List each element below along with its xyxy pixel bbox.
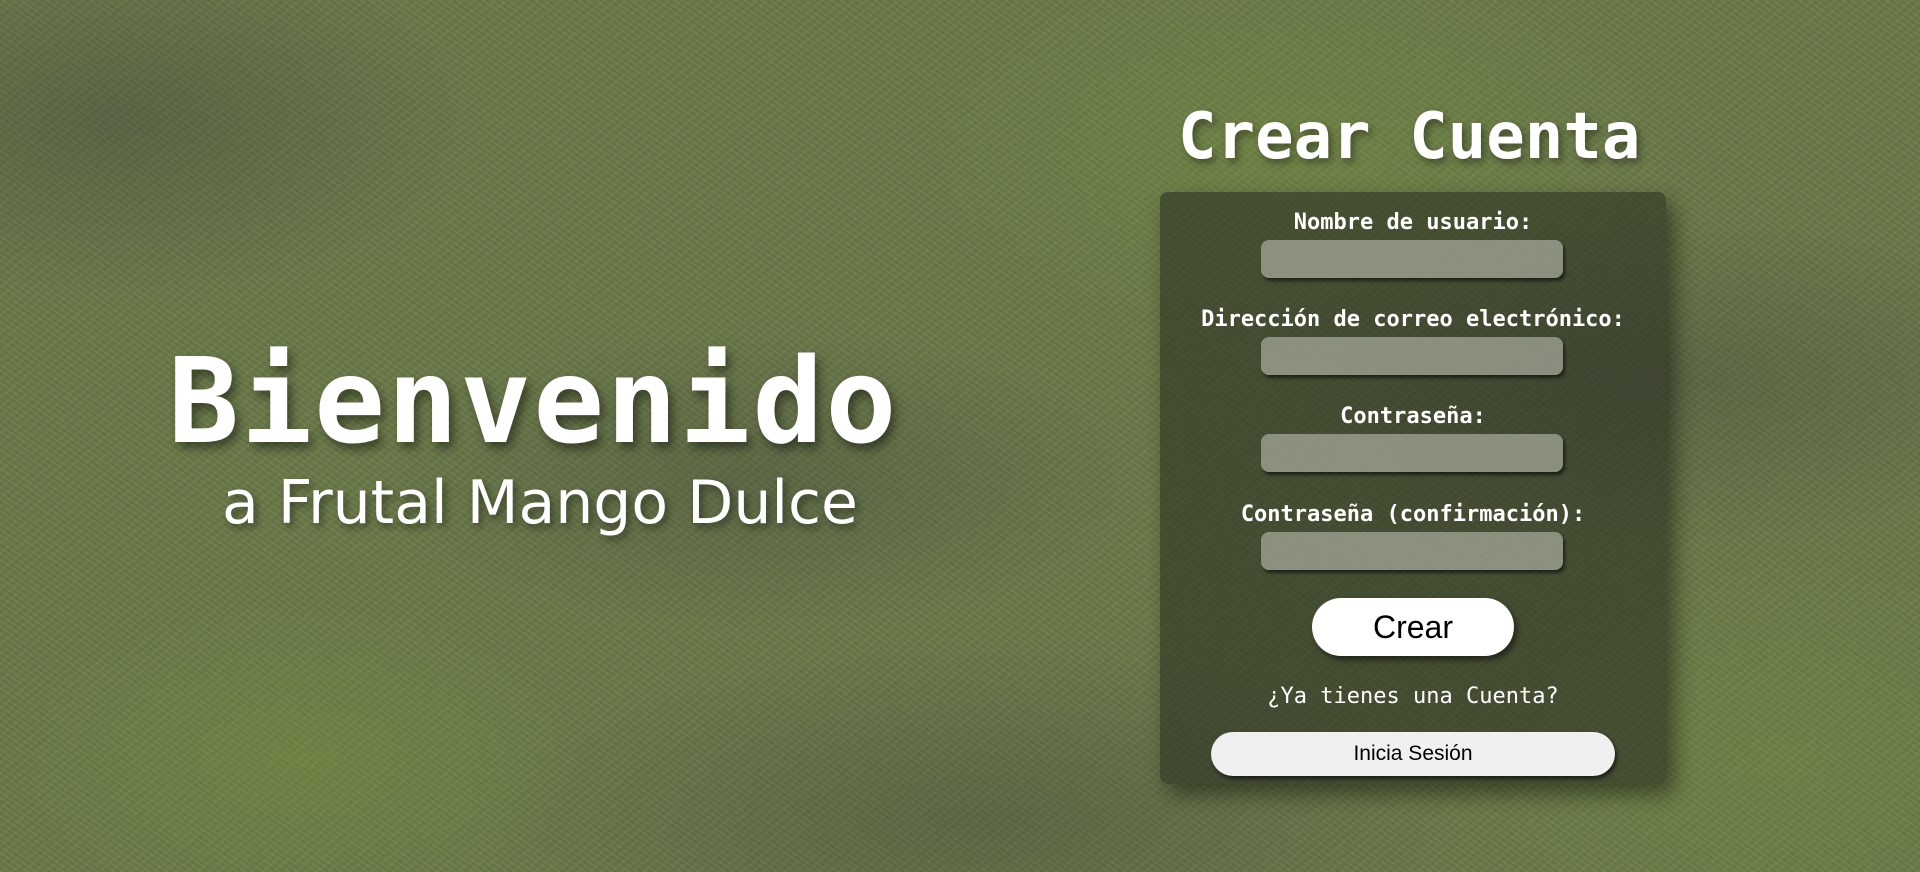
password-input[interactable]	[1261, 434, 1563, 472]
password-label: Contraseña:	[1340, 404, 1486, 429]
email-label: Dirección de correo electrónico:	[1201, 307, 1625, 332]
signup-form: Nombre de usuario: Dirección de correo e…	[1160, 192, 1666, 784]
welcome-section: Bienvenido a Frutal Mango Dulce	[0, 0, 1120, 872]
password-confirm-label: Contraseña (confirmación):	[1240, 502, 1586, 527]
create-account-button[interactable]: Crear	[1312, 598, 1514, 656]
username-input[interactable]	[1261, 240, 1563, 278]
login-button[interactable]: Inicia Sesión	[1211, 732, 1615, 776]
signup-title: Crear Cuenta	[1178, 100, 1641, 174]
have-account-text: ¿Ya tienes una Cuenta?	[1267, 684, 1559, 709]
email-input[interactable]	[1261, 337, 1563, 375]
password-confirm-input[interactable]	[1261, 532, 1563, 570]
welcome-title: Bienvenido	[168, 332, 899, 470]
welcome-subtitle: a Frutal Mango Dulce	[222, 468, 858, 538]
username-label: Nombre de usuario:	[1293, 210, 1533, 235]
